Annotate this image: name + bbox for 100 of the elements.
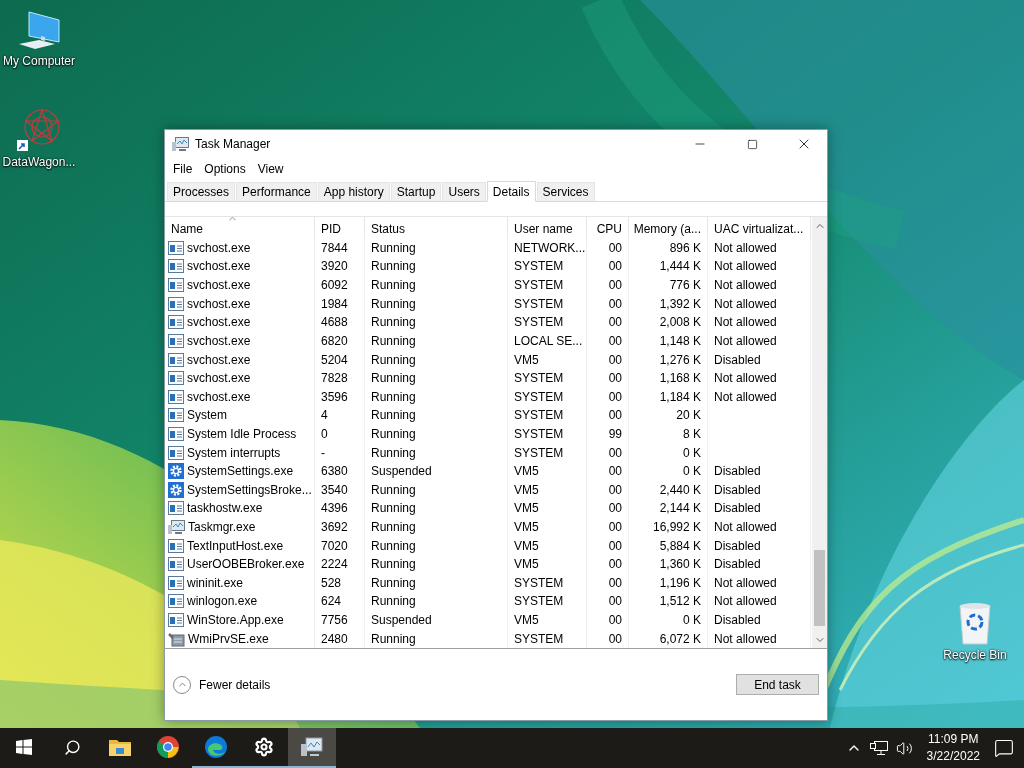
table-cell: 3920: [315, 257, 365, 276]
table-cell: 4396: [315, 499, 365, 518]
tab[interactable]: Details: [486, 181, 536, 202]
program-window-icon: [168, 501, 184, 516]
process-name: UserOOBEBroker.exe: [187, 557, 305, 572]
process-name: System Idle Process: [187, 426, 297, 441]
star-shortcut-icon: [16, 107, 62, 153]
table-cell: 6820: [315, 331, 365, 351]
column-header[interactable]: UAC virtualizat...: [714, 221, 804, 236]
program-window-icon: [168, 389, 184, 404]
maximize-icon: [746, 138, 758, 150]
desktop-icon-label[interactable]: DataWagon...: [2, 155, 76, 169]
column-header[interactable]: Status: [371, 221, 406, 236]
monitor-chart-icon: [168, 519, 185, 535]
process-name: WinStore.App.exe: [187, 613, 284, 628]
table-cell: 6380: [315, 461, 365, 481]
table-cell: 00: [587, 610, 629, 630]
column-header[interactable]: Name: [171, 221, 203, 236]
program-window-icon: [168, 240, 184, 255]
column-header[interactable]: Memory (a...: [633, 221, 701, 236]
menu-item[interactable]: View: [251, 162, 290, 176]
process-name: Taskmgr.exe: [188, 520, 256, 534]
process-name: SystemSettingsBroke...: [187, 482, 312, 497]
program-window-icon: [168, 371, 184, 386]
table-cell: Running: [365, 331, 508, 351]
table-cell: Not allowed: [708, 275, 811, 295]
table-cell: 00: [587, 517, 629, 537]
taskbar-button[interactable]: [288, 728, 336, 768]
table-cell: Running: [365, 406, 508, 425]
table-cell: Not allowed: [708, 629, 811, 648]
table-cell: 99: [587, 424, 629, 444]
table-cell: 1,168 K: [629, 368, 708, 388]
table-cell: 00: [587, 554, 629, 574]
program-window-icon: [168, 278, 184, 293]
table-cell: SYSTEM: [508, 387, 587, 407]
column-header[interactable]: CPU: [596, 221, 622, 236]
table-cell: 624: [315, 592, 365, 611]
table-cell: VM5: [508, 517, 587, 537]
table-cell: Disabled: [708, 499, 811, 518]
table-cell: 00: [587, 592, 629, 611]
scrollbar[interactable]: [812, 217, 827, 648]
table-cell: SYSTEM: [508, 592, 587, 611]
process-name: taskhostw.exe: [187, 501, 263, 516]
tab[interactable]: Performance: [236, 182, 317, 201]
table-cell: 7844: [315, 238, 365, 258]
table-cell: Running: [365, 517, 508, 537]
tab[interactable]: Startup: [390, 182, 442, 201]
notifications-icon[interactable]: [994, 738, 1014, 758]
menu-item[interactable]: File: [167, 162, 199, 176]
gear-icon: [168, 481, 184, 498]
table-cell: 16,992 K: [629, 517, 708, 537]
window-title: Task Manager: [195, 137, 272, 151]
network-icon[interactable]: [869, 740, 888, 756]
tab[interactable]: Services: [536, 182, 595, 201]
table-cell: Running: [365, 368, 508, 388]
process-name: svchost.exe: [187, 259, 251, 274]
program-window-icon: [168, 352, 184, 367]
table-cell: 2,144 K: [629, 499, 708, 518]
table-cell: 5204: [315, 350, 365, 369]
column-header[interactable]: User name: [514, 221, 573, 236]
table-cell: 896 K: [629, 238, 708, 258]
clock[interactable]: 11:09 PM 3/22/2022: [920, 731, 986, 765]
column-header[interactable]: PID: [321, 221, 341, 236]
desktop-icon-label[interactable]: My Computer: [3, 54, 75, 68]
table-cell: 1,392 K: [629, 294, 708, 313]
tab[interactable]: App history: [317, 182, 390, 201]
table-cell: 00: [587, 350, 629, 369]
table-cell: Running: [365, 573, 508, 593]
table-cell: 1984: [315, 294, 365, 313]
table-cell: 00: [587, 443, 629, 462]
table-cell: 776 K: [629, 275, 708, 295]
tab[interactable]: Users: [442, 182, 486, 201]
program-window-icon: [168, 333, 184, 348]
clock-date: 3/22/2022: [926, 748, 980, 765]
volume-icon[interactable]: [895, 739, 913, 757]
table-cell: 2224: [315, 554, 365, 574]
table-cell: 1,444 K: [629, 257, 708, 276]
table-cell: Running: [365, 387, 508, 407]
table-cell: 3692: [315, 517, 365, 537]
process-name: svchost.exe: [187, 240, 251, 255]
end-task-button[interactable]: End task: [736, 674, 819, 695]
process-name: WmiPrvSE.exe: [188, 631, 269, 646]
table-cell: 20 K: [629, 406, 708, 425]
wave-logo-icon: [205, 736, 227, 758]
table-cell: 1,196 K: [629, 573, 708, 593]
scroll-thumb[interactable]: [814, 550, 825, 626]
table-cell: Running: [365, 294, 508, 313]
table-cell: Running: [365, 275, 508, 295]
table-cell: VM5: [508, 554, 587, 574]
table-cell: 00: [587, 331, 629, 351]
program-window-icon: [168, 259, 184, 274]
process-name: svchost.exe: [187, 296, 251, 311]
table-cell: 3596: [315, 387, 365, 407]
table-cell: SYSTEM: [508, 294, 587, 313]
table-cell: 0 K: [629, 461, 708, 481]
menu-item[interactable]: Options: [198, 162, 252, 176]
table-cell: Not allowed: [708, 517, 811, 537]
fewer-details-button[interactable]: Fewer details: [173, 675, 271, 694]
tab[interactable]: Processes: [167, 182, 236, 201]
table-cell: 7756: [315, 610, 365, 630]
